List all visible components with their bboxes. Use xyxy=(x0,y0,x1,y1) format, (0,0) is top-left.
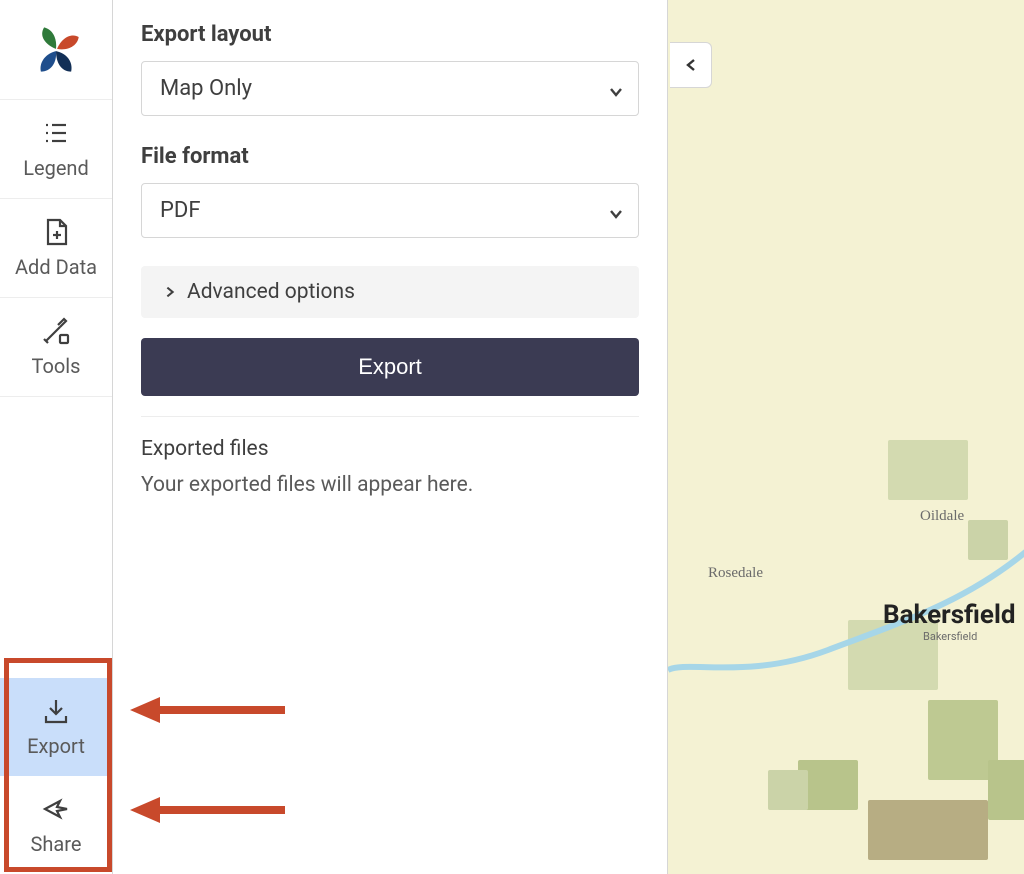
map-tile xyxy=(868,800,988,860)
advanced-options-toggle[interactable]: Advanced options xyxy=(141,266,639,318)
sidebar-item-label: Legend xyxy=(23,156,89,180)
map-tile xyxy=(768,770,808,810)
map-canvas[interactable]: Oildale Rosedale Bakersfield Bakersfield xyxy=(668,0,1024,874)
place-label-rosedale: Rosedale xyxy=(708,565,763,582)
layout-label: Export layout xyxy=(141,22,639,47)
sidebar-item-share[interactable]: Share xyxy=(0,776,112,874)
sidebar-item-label: Export xyxy=(27,734,85,758)
layout-value: Map Only xyxy=(160,76,252,101)
logo-icon xyxy=(29,23,83,77)
export-panel: Export layout Map Only File format PDF A… xyxy=(113,0,668,874)
chevron-down-icon xyxy=(608,81,624,97)
layout-select[interactable]: Map Only xyxy=(141,61,639,116)
sidebar-spacer xyxy=(0,397,112,678)
sidebar: Legend Add Data Tools xyxy=(0,0,113,874)
chevron-down-icon xyxy=(608,203,624,219)
add-data-icon xyxy=(39,215,73,249)
place-label-bakersfield-sub: Bakersfield xyxy=(923,630,977,643)
map-tile xyxy=(888,440,968,500)
collapse-panel-button[interactable] xyxy=(670,42,712,88)
export-button[interactable]: Export xyxy=(141,338,639,396)
format-select[interactable]: PDF xyxy=(141,183,639,238)
sidebar-item-add-data[interactable]: Add Data xyxy=(0,199,112,298)
export-icon xyxy=(39,694,73,728)
sidebar-item-label: Add Data xyxy=(15,255,97,279)
place-label-oildale: Oildale xyxy=(920,508,964,525)
sidebar-item-label: Share xyxy=(31,832,82,856)
legend-icon xyxy=(39,116,73,150)
exported-files-empty: Your exported files will appear here. xyxy=(141,473,639,497)
sidebar-item-label: Tools xyxy=(32,354,81,378)
sidebar-item-export[interactable]: Export xyxy=(0,678,112,776)
exported-files-title: Exported files xyxy=(141,437,639,461)
format-value: PDF xyxy=(160,198,200,223)
share-icon xyxy=(39,792,73,826)
divider xyxy=(141,416,639,417)
chevron-right-icon xyxy=(159,285,173,299)
format-label: File format xyxy=(141,144,639,169)
advanced-label: Advanced options xyxy=(187,280,355,304)
tools-icon xyxy=(39,314,73,348)
map-tile xyxy=(988,760,1024,820)
sidebar-item-tools[interactable]: Tools xyxy=(0,298,112,397)
sidebar-item-legend[interactable]: Legend xyxy=(0,100,112,199)
place-label-bakersfield: Bakersfield xyxy=(883,600,1015,630)
logo-cell xyxy=(0,0,112,100)
chevron-left-icon xyxy=(683,57,699,73)
